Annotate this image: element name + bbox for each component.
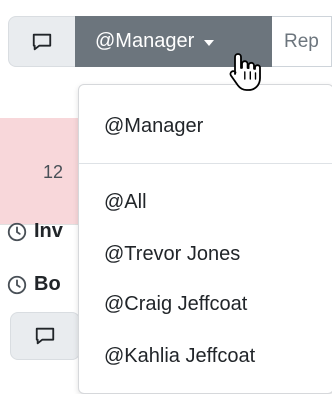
chat-button[interactable] — [8, 16, 75, 67]
mention-option[interactable]: @Craig Jeffcoat — [104, 293, 247, 316]
mention-option-selected[interactable]: @Manager — [104, 115, 203, 138]
clock-item-label: Inv — [34, 220, 63, 242]
reply-toolbar: @Manager Rep — [8, 16, 332, 67]
clock-icon — [7, 222, 27, 241]
alert-row-count: 12 — [43, 162, 64, 182]
mention-button-label: @Manager — [95, 30, 195, 52]
clock-icon — [7, 275, 27, 294]
reply-input-placeholder: Rep — [284, 30, 319, 52]
dropdown-divider — [79, 163, 332, 164]
mention-dropdown-menu: @Manager @All @Trevor Jones @Craig Jeffc… — [78, 84, 332, 394]
clock-item-1[interactable]: Inv — [6, 220, 63, 243]
hand-pointer-cursor-icon — [229, 53, 261, 91]
clock-item-2[interactable]: Bo — [6, 273, 61, 296]
reply-input[interactable]: Rep — [272, 16, 332, 67]
speech-bubble-icon — [35, 327, 55, 345]
mention-option[interactable]: @All — [104, 191, 147, 214]
mention-option[interactable]: @Trevor Jones — [104, 243, 240, 266]
caret-down-icon — [204, 39, 215, 46]
mention-option[interactable]: @Kahlia Jeffcoat — [104, 345, 255, 368]
clock-item-label: Bo — [34, 273, 61, 295]
speech-bubble-icon — [32, 33, 52, 50]
alert-row: 12 — [0, 118, 90, 224]
chat-button-secondary[interactable] — [10, 312, 80, 360]
